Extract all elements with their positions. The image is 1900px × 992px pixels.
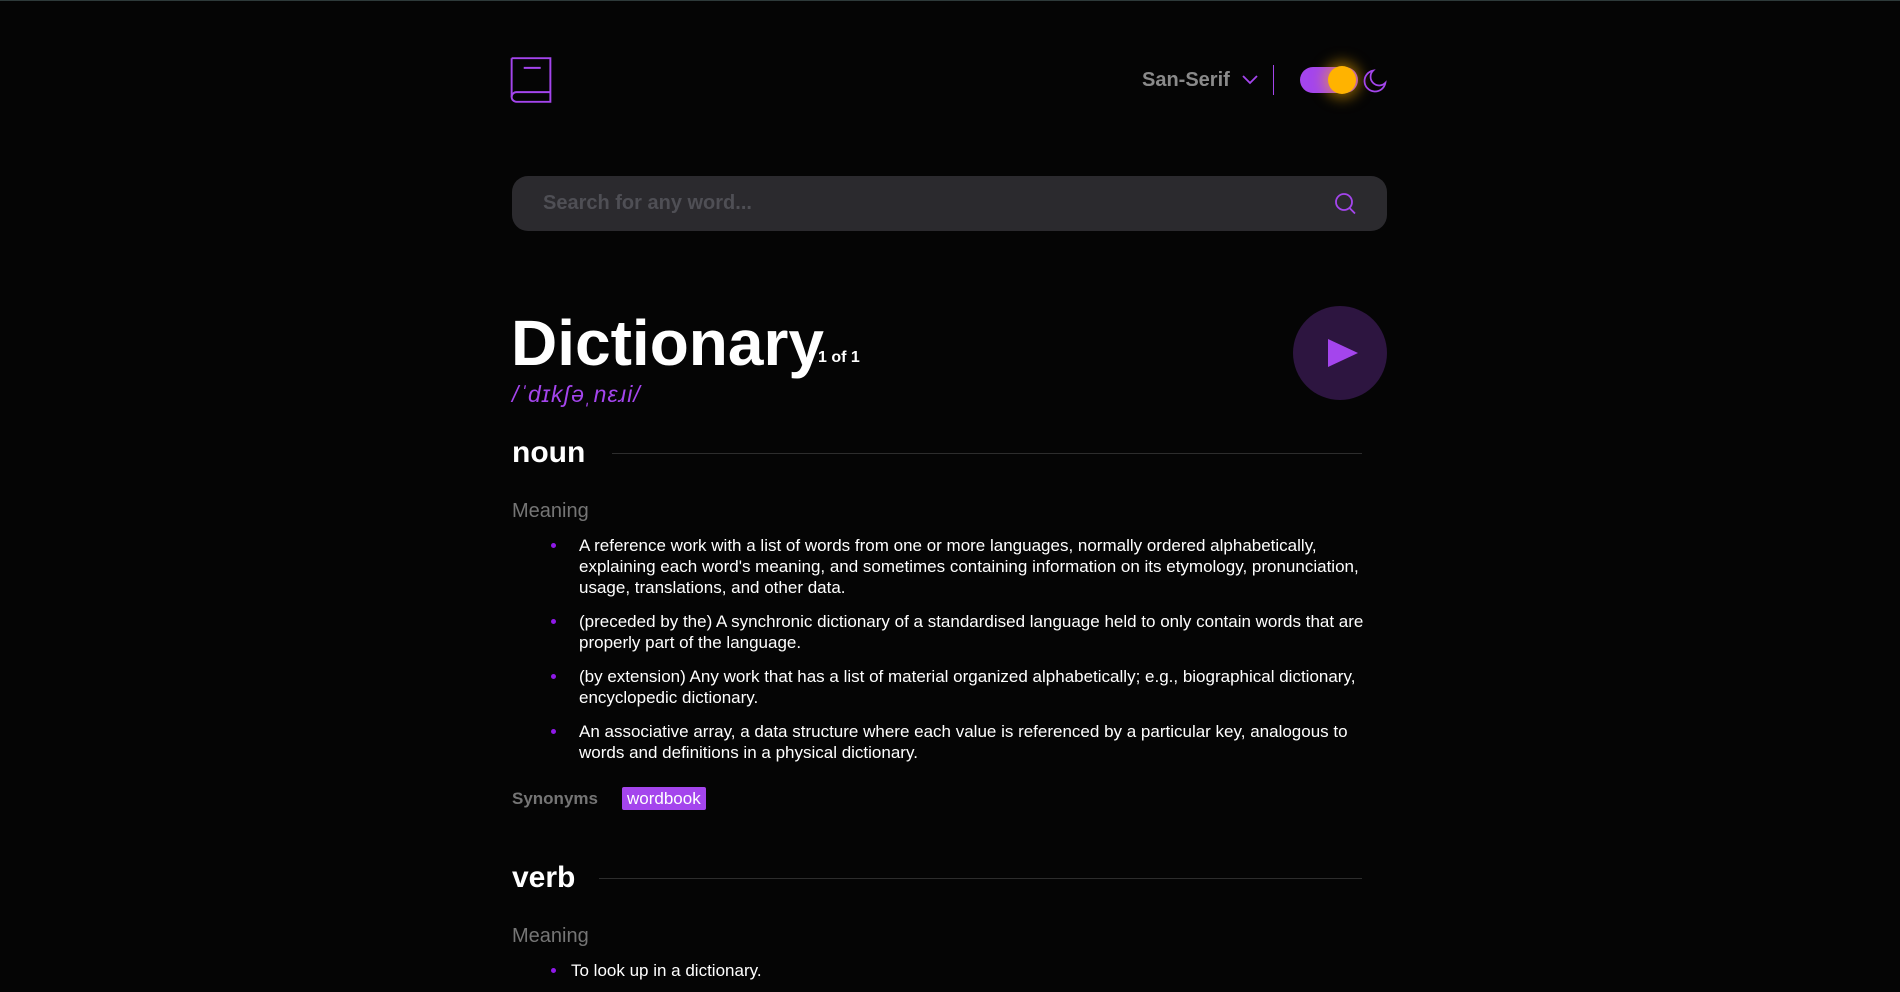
font-family-dropdown[interactable]: San-Serif xyxy=(1142,67,1258,93)
synonym-chip[interactable]: wordbook xyxy=(622,787,706,810)
part-of-speech-heading: verb xyxy=(512,861,576,894)
phonetic-text: /ˈdɪkʃəˌnɛɹi/ xyxy=(512,381,641,407)
header-divider xyxy=(1273,65,1274,95)
bullet xyxy=(551,729,556,734)
dictionary-app: San-Serif Dictionary 1 of 1 /ˈdɪkʃəˌnɛɹi… xyxy=(0,1,1900,992)
section-divider xyxy=(612,453,1362,454)
part-of-speech-heading: noun xyxy=(512,436,586,469)
font-family-selected: San-Serif xyxy=(1142,68,1230,91)
definition-item: (by extension) Any work that has a list … xyxy=(551,666,1366,708)
search-bar xyxy=(512,176,1387,231)
definition-item: A reference work with a list of words fr… xyxy=(551,535,1366,598)
synonyms-label: Synonyms xyxy=(512,789,598,808)
bullet xyxy=(551,543,556,548)
play-pronunciation-button[interactable] xyxy=(1293,306,1387,400)
theme-toggle[interactable] xyxy=(1300,66,1358,94)
definition-item: (preceded by the) A synchronic dictionar… xyxy=(551,611,1366,653)
bullet xyxy=(551,619,556,624)
moon-icon xyxy=(1363,69,1387,93)
definition-list: A reference work with a list of words fr… xyxy=(551,535,1366,776)
bullet xyxy=(551,968,556,973)
definition-item: An associative array, a data structure w… xyxy=(551,721,1366,763)
play-icon xyxy=(1328,339,1358,367)
bullet xyxy=(551,674,556,679)
meaning-heading: Meaning xyxy=(512,500,589,522)
definition-item: To look up in a dictionary. xyxy=(551,960,1366,981)
search-icon[interactable] xyxy=(1333,192,1357,216)
definition-list: To look up in a dictionary. xyxy=(551,960,1366,992)
book-logo-icon[interactable] xyxy=(510,57,552,103)
theme-toggle-knob xyxy=(1328,66,1356,94)
meaning-heading: Meaning xyxy=(512,925,589,947)
chevron-down-icon xyxy=(1242,75,1258,85)
word-title: Dictionary xyxy=(511,307,824,379)
result-count: 1 of 1 xyxy=(818,349,860,366)
section-divider xyxy=(599,878,1362,879)
search-input[interactable] xyxy=(543,176,1323,231)
